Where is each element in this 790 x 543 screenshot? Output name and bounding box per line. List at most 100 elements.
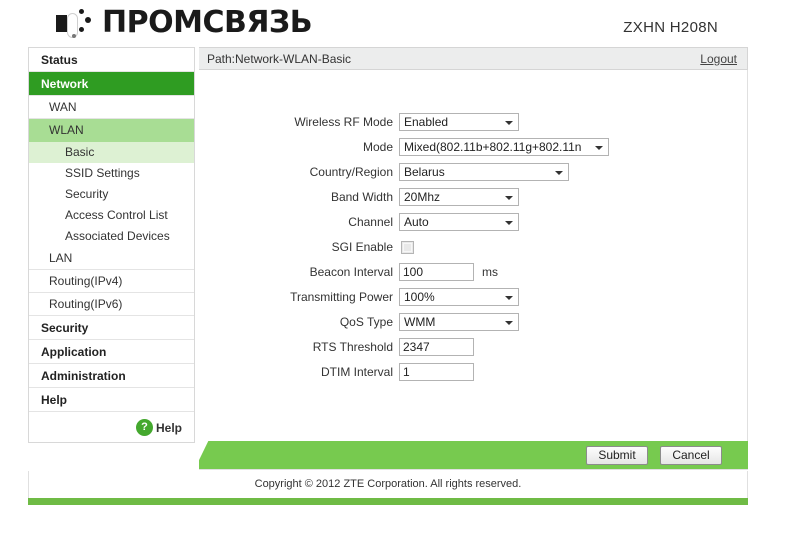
sidebar-help-shortcut[interactable]: ? Help	[29, 419, 194, 436]
country-region-label: Country/Region	[309, 165, 393, 179]
sidebar-item-network[interactable]: Network	[29, 72, 194, 96]
submit-button[interactable]: Submit	[586, 446, 648, 465]
sidebar-item-label: Network	[41, 77, 89, 91]
mode-select[interactable]: Mixed(802.11b+802.11g+802.11n	[399, 138, 609, 156]
field-row-beacon-interval: Beacon Interval ms	[199, 260, 747, 284]
field-row-qos-type: QoS Type WMM	[199, 310, 747, 334]
cancel-button[interactable]: Cancel	[660, 446, 722, 465]
qos-type-select[interactable]: WMM	[399, 313, 519, 331]
breadcrumb-bar: Path:Network-WLAN-Basic Logout	[199, 47, 748, 70]
country-region-value: Belarus	[404, 165, 445, 179]
transmitting-power-select[interactable]: 100%	[399, 288, 519, 306]
sidebar-item-label: Status	[41, 53, 78, 67]
help-label: Help	[155, 420, 182, 435]
country-region-select[interactable]: Belarus	[399, 163, 569, 181]
chevron-down-icon	[595, 146, 603, 150]
sidebar-item-label: WLAN	[49, 123, 84, 137]
brand-name: ПРОМСВЯЗЬ	[102, 5, 313, 40]
field-row-rts-threshold: RTS Threshold	[199, 335, 747, 359]
beacon-interval-input[interactable]	[399, 263, 474, 281]
sidebar-item-label: Security	[41, 321, 89, 335]
sidebar-item-label: Associated Devices	[65, 229, 170, 243]
sidebar-item-label: Help	[41, 393, 68, 407]
sidebar-item-lan[interactable]: LAN	[29, 247, 194, 270]
field-row-channel: Channel Auto	[199, 210, 747, 234]
dtim-interval-label: DTIM Interval	[320, 365, 393, 379]
sidebar-item-ssid-settings[interactable]: SSID Settings	[29, 163, 194, 184]
chevron-down-icon	[555, 171, 563, 175]
sidebar-item-label: Application	[41, 345, 107, 359]
field-row-dtim-interval: DTIM Interval	[199, 360, 747, 384]
sidebar-item-wlan[interactable]: WLAN	[29, 119, 194, 142]
sidebar-nav: Status Network WAN WLAN Basic SSID Setti…	[28, 47, 195, 443]
field-row-sgi-enable: SGI Enable	[199, 235, 747, 259]
page-header: ПРОМСВЯЗЬ ZXHN H208N	[0, 0, 790, 47]
sidebar-item-label: Security	[65, 187, 109, 201]
field-row-country-region: Country/Region Belarus	[199, 160, 747, 184]
rts-threshold-input[interactable]	[399, 338, 474, 356]
mode-label: Mode	[362, 140, 393, 154]
device-model: ZXHN H208N	[623, 19, 718, 36]
sidebar-item-routing-ipv6[interactable]: Routing(IPv6)	[29, 293, 194, 316]
wireless-rf-mode-select[interactable]: Enabled	[399, 113, 519, 131]
content-area: Wireless RF Mode Enabled Mode Mixed(802.…	[199, 70, 748, 470]
wlan-basic-form: Wireless RF Mode Enabled Mode Mixed(802.…	[199, 110, 747, 385]
page-frame: Status Network WAN WLAN Basic SSID Setti…	[28, 47, 748, 520]
channel-select[interactable]: Auto	[399, 213, 519, 231]
brand-logo: ПРОМСВЯЗЬ	[52, 4, 313, 42]
field-row-transmitting-power: Transmitting Power 100%	[199, 285, 747, 309]
sidebar-item-basic[interactable]: Basic	[29, 142, 194, 163]
qos-type-label: QoS Type	[339, 315, 393, 329]
field-row-wireless-rf-mode: Wireless RF Mode Enabled	[199, 110, 747, 134]
wireless-rf-mode-label: Wireless RF Mode	[294, 115, 393, 129]
beacon-interval-unit: ms	[482, 265, 498, 279]
sidebar-item-label: Basic	[65, 145, 95, 159]
transmitting-power-label: Transmitting Power	[290, 290, 393, 304]
promsvyaz-logo-icon	[52, 6, 98, 40]
logout-link[interactable]: Logout	[700, 52, 737, 66]
field-row-mode: Mode Mixed(802.11b+802.11g+802.11n	[199, 135, 747, 159]
dtim-interval-input[interactable]	[399, 363, 474, 381]
sidebar-item-wan[interactable]: WAN	[29, 96, 194, 119]
copyright-text: Copyright © 2012 ZTE Corporation. All ri…	[28, 471, 748, 498]
chevron-down-icon	[505, 196, 513, 200]
sidebar-item-access-control-list[interactable]: Access Control List	[29, 205, 194, 226]
band-width-value: 20Mhz	[404, 190, 441, 204]
footer-accent-strip	[28, 498, 748, 505]
router-admin-page: ПРОМСВЯЗЬ ZXHN H208N Status Network WAN …	[0, 0, 790, 543]
sgi-enable-label: SGI Enable	[331, 240, 393, 254]
sidebar-item-label: Routing(IPv6)	[49, 297, 123, 311]
chevron-down-icon	[505, 121, 513, 125]
sidebar-item-label: Administration	[41, 369, 126, 383]
sidebar-item-status[interactable]: Status	[29, 48, 194, 72]
sidebar-item-label: WAN	[49, 100, 77, 114]
band-width-label: Band Width	[330, 190, 393, 204]
wireless-rf-mode-value: Enabled	[404, 115, 449, 129]
field-row-band-width: Band Width 20Mhz	[199, 185, 747, 209]
sidebar-item-routing-ipv4[interactable]: Routing(IPv4)	[29, 270, 194, 293]
chevron-down-icon	[505, 321, 513, 325]
main-panel: Path:Network-WLAN-Basic Logout Wireless …	[199, 47, 748, 520]
beacon-interval-label: Beacon Interval	[309, 265, 393, 279]
sidebar-item-security-wlan[interactable]: Security	[29, 184, 194, 205]
chevron-down-icon	[505, 221, 513, 225]
question-mark-icon: ?	[135, 419, 153, 436]
mode-value: Mixed(802.11b+802.11g+802.11n	[404, 140, 582, 154]
sidebar-item-label: Access Control List	[65, 208, 168, 222]
sidebar-item-administration[interactable]: Administration	[29, 364, 194, 388]
sidebar-item-help[interactable]: Help	[29, 388, 194, 412]
channel-value: Auto	[404, 215, 429, 229]
qos-type-value: WMM	[404, 315, 436, 329]
sidebar-item-label: LAN	[49, 251, 73, 265]
sidebar-item-security[interactable]: Security	[29, 316, 194, 340]
sidebar-item-application[interactable]: Application	[29, 340, 194, 364]
channel-label: Channel	[348, 215, 393, 229]
sidebar-item-label: Routing(IPv4)	[49, 274, 123, 288]
form-action-bar: Submit Cancel	[199, 441, 748, 469]
sidebar-item-associated-devices[interactable]: Associated Devices	[29, 226, 194, 247]
sgi-enable-checkbox[interactable]	[401, 240, 414, 254]
breadcrumb: Path:Network-WLAN-Basic	[207, 52, 352, 66]
sidebar-item-label: SSID Settings	[65, 166, 140, 180]
rts-threshold-label: RTS Threshold	[312, 340, 393, 354]
band-width-select[interactable]: 20Mhz	[399, 188, 519, 206]
